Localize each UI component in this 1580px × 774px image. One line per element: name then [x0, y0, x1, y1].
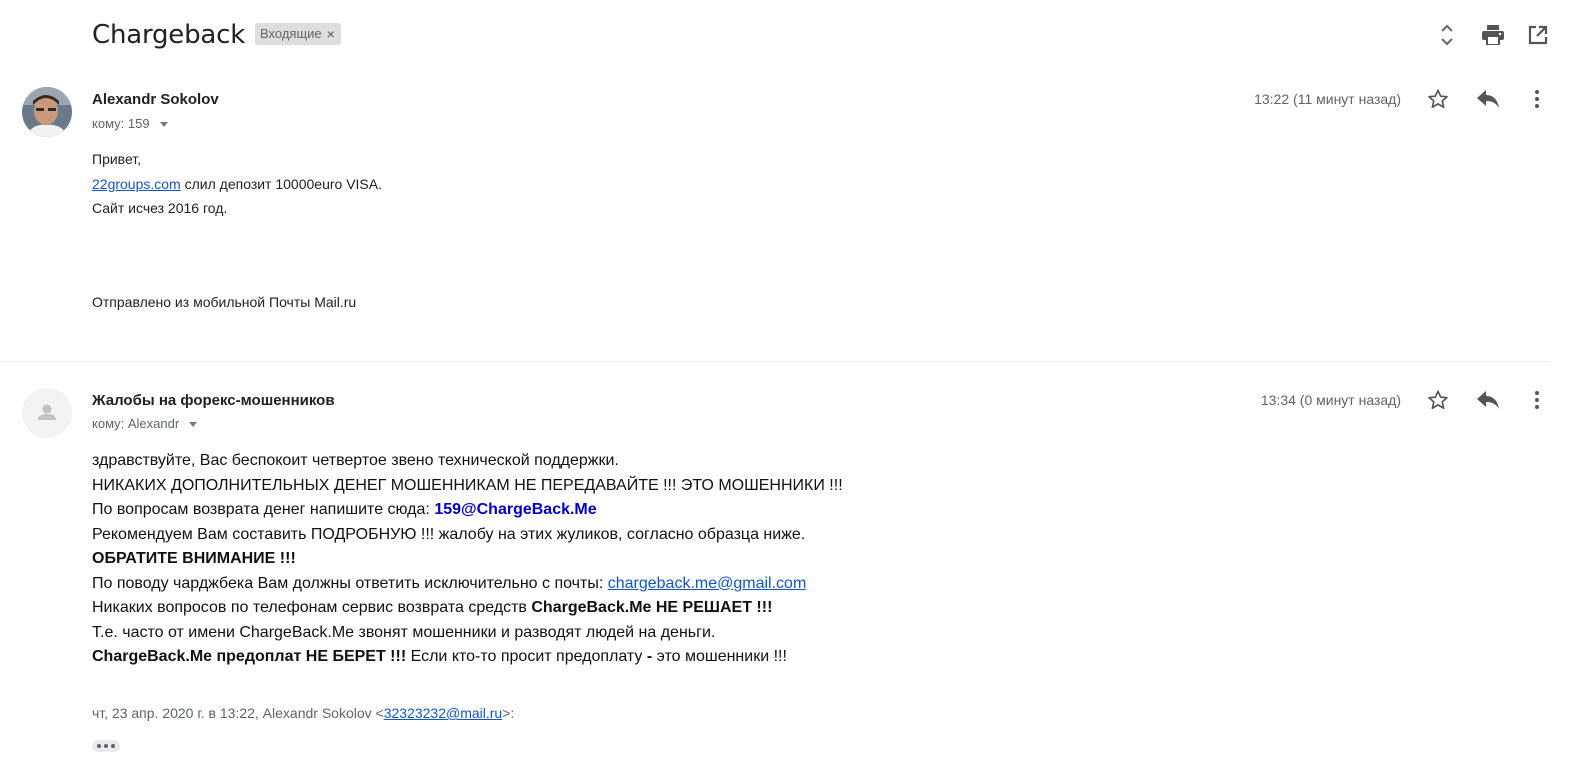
- quote-text: чт, 23 апр. 2020 г. в 13:22, Alexandr So…: [92, 705, 384, 721]
- message-body: здравствуйте, Вас беспокоит четвертое зв…: [92, 449, 1192, 670]
- body-text: Никаких вопросов по телефонам сервис воз…: [92, 599, 532, 616]
- bold-text: ChargeBack.Me НЕ РЕШАЕТ !!!: [531, 599, 773, 616]
- star-icon[interactable]: [1424, 85, 1452, 113]
- dot: [111, 744, 115, 748]
- recipient-details-caret-icon[interactable]: [159, 122, 168, 127]
- default-avatar-icon[interactable]: [22, 388, 72, 438]
- remove-label-button[interactable]: ×: [327, 23, 335, 45]
- body-line: Никаких вопросов по телефонам сервис воз…: [92, 596, 1192, 621]
- recipient-text: кому: 159: [92, 116, 150, 131]
- body-line: Рекомендуем Вам составить ПОДРОБНУЮ !!! …: [92, 525, 806, 543]
- message-divider: [0, 361, 1550, 362]
- body-text: По поводу чарджбека Вам должны ответить …: [92, 574, 608, 592]
- gmail-link[interactable]: chargeback.me@gmail.com: [608, 575, 807, 592]
- more-options-icon[interactable]: [1523, 386, 1551, 414]
- body-text: слил депозит 10000euro VISA.: [180, 175, 382, 192]
- bold-text: ChargeBack.Me предоплат НЕ БЕРЕТ !!!: [92, 648, 407, 665]
- body-line: По поводу чарджбека Вам должны ответить …: [92, 572, 1192, 597]
- recipient-details-caret-icon[interactable]: [189, 422, 198, 427]
- body-text: По вопросам возврата денег напишите сюда…: [92, 501, 435, 518]
- body-text: Если кто-то просит предоплату: [406, 648, 647, 665]
- sender-avatar[interactable]: [22, 87, 72, 137]
- sender-name[interactable]: Жалобы на форекс-мошенников: [92, 391, 335, 411]
- message-time: 13:34 (0 минут назад): [1260, 392, 1401, 408]
- message-time: 13:22 (11 минут назад): [1254, 91, 1401, 107]
- body-line: 22groups.com слил депозит 10000euro VISA…: [92, 172, 992, 197]
- reply-icon[interactable]: [1474, 386, 1502, 414]
- show-trimmed-content-button[interactable]: [92, 740, 120, 752]
- quoted-email-link[interactable]: 32323232@mail.ru: [384, 705, 503, 721]
- message-body: Привет, 22groups.com слил депозит 10000e…: [92, 147, 992, 221]
- mail-signature: Отправлено из мобильной Почты Mail.ru: [92, 294, 357, 310]
- attention-heading: ОБРАТИТЕ ВНИМАНИЕ !!!: [92, 550, 296, 567]
- body-line: ChargeBack.Me предоплат НЕ БЕРЕТ !!! Есл…: [92, 645, 1192, 670]
- label-text: Входящие: [260, 26, 322, 41]
- support-email[interactable]: 159@ChargeBack.Me: [434, 501, 596, 518]
- quote-text: >:: [502, 705, 515, 721]
- dot: [97, 744, 101, 748]
- print-icon[interactable]: [1479, 21, 1507, 49]
- body-line: здравствуйте, Вас беспокоит четвертое зв…: [92, 452, 619, 469]
- body-text: это мошенники !!!: [652, 648, 787, 665]
- quoted-header: чт, 23 апр. 2020 г. в 13:22, Alexandr So…: [92, 703, 514, 723]
- inbox-label-chip[interactable]: Входящие ×: [255, 23, 341, 45]
- open-in-new-window-icon[interactable]: [1524, 21, 1552, 49]
- body-line: НИКАКИХ ДОПОЛНИТЕЛЬНЫХ ДЕНЕГ МОШЕННИКАМ …: [92, 476, 843, 494]
- more-options-icon[interactable]: [1523, 85, 1551, 113]
- body-line: Т.е. часто от имени ChargeBack.Me звонят…: [92, 623, 716, 641]
- body-line: Сайт исчез 2016 год.: [92, 200, 228, 216]
- email-subject: Chargeback: [92, 20, 246, 50]
- recipient-text: кому: Alexandr: [92, 416, 180, 431]
- expand-collapse-icon[interactable]: [1433, 21, 1461, 49]
- sender-name[interactable]: Alexandr Sokolov: [92, 90, 219, 110]
- star-icon[interactable]: [1424, 386, 1452, 414]
- body-line: По вопросам возврата денег напишите сюда…: [92, 498, 1192, 523]
- body-line: Привет,: [92, 151, 142, 167]
- website-link[interactable]: 22groups.com: [92, 176, 181, 192]
- reply-icon[interactable]: [1474, 85, 1502, 113]
- dot: [104, 744, 108, 748]
- recipient-line[interactable]: кому: 159: [92, 115, 168, 133]
- recipient-line[interactable]: кому: Alexandr: [92, 415, 198, 433]
